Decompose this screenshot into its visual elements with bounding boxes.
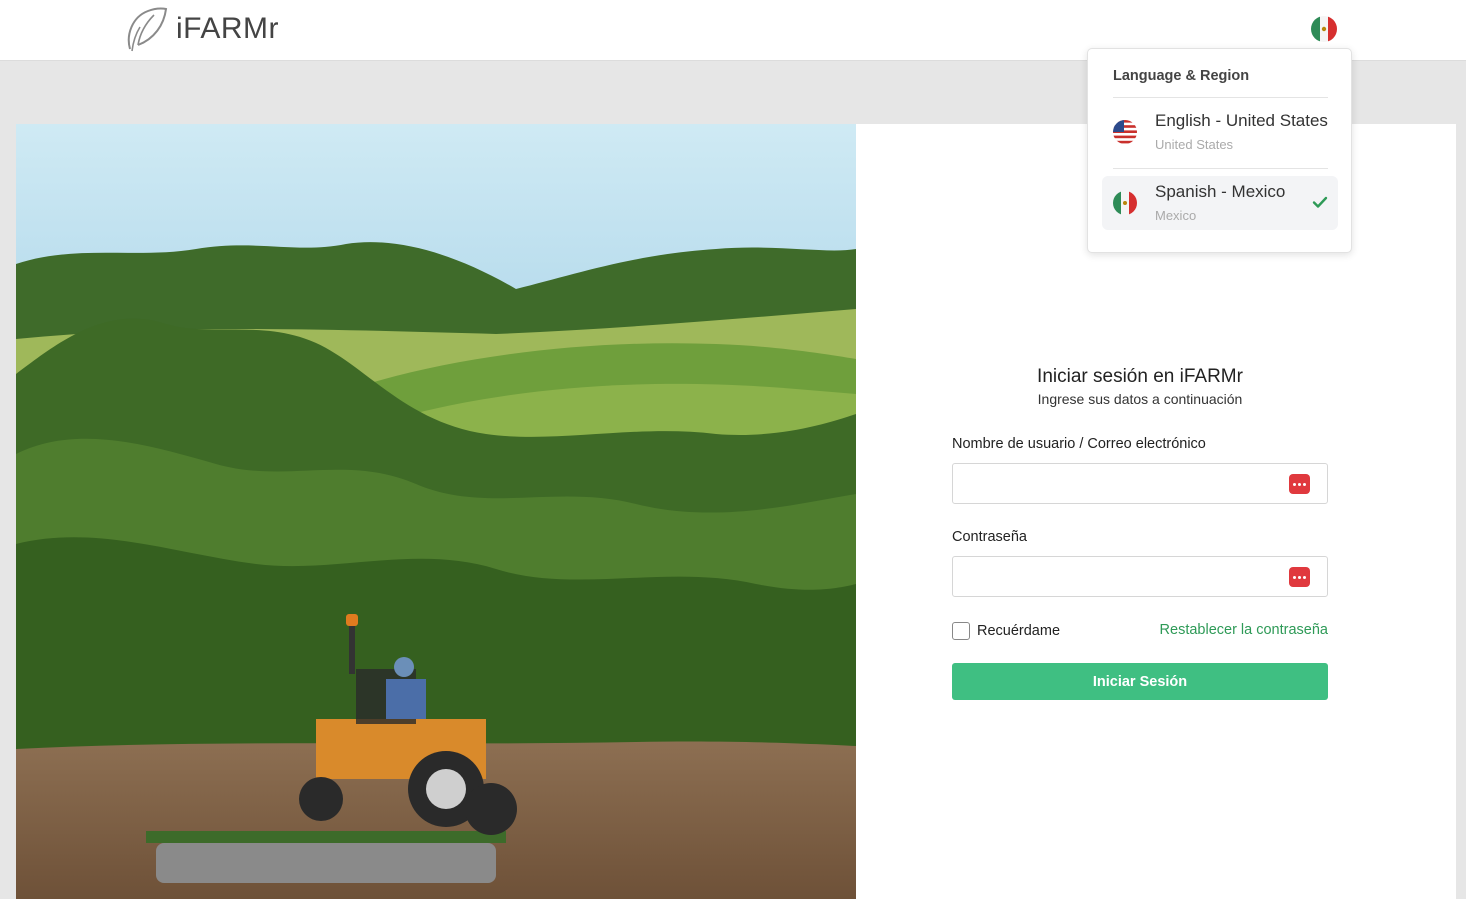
username-input[interactable] [953,464,1327,503]
check-icon [1312,196,1328,208]
password-manager-icon[interactable] [1289,567,1310,587]
language-region: Mexico [1155,208,1197,223]
remember-me-checkbox[interactable] [952,622,970,640]
remember-me-label: Recuérdame [977,623,1061,639]
leaf-logo-icon [127,7,168,52]
password-manager-icon[interactable] [1289,474,1310,494]
language-option-en-us[interactable]: English - United States United States [1102,105,1338,159]
password-label: Contraseña [952,529,1027,545]
username-label: Nombre de usuario / Correo electrónico [952,436,1206,452]
password-field-wrapper [952,556,1328,597]
language-region-menu: Language & Region English - United State… [1087,48,1352,253]
reset-password-link[interactable]: Restablecer la contraseña [1160,622,1328,638]
language-selector-button[interactable] [1311,16,1337,42]
login-form: Iniciar sesión en iFARMr Ingrese sus dat… [952,366,1328,700]
sign-in-button[interactable]: Iniciar Sesión [952,663,1328,700]
password-input[interactable] [953,557,1327,596]
menu-title: Language & Region [1113,68,1250,84]
logo[interactable]: iFARMr [124,5,279,53]
us-flag-icon [1113,120,1137,144]
login-title: Iniciar sesión en iFARMr [1037,366,1243,387]
farm-tractor-photo [16,124,856,899]
app-name: iFARMr [176,12,279,45]
mexico-flag-icon [1113,191,1137,215]
language-name: English - United States [1155,111,1328,130]
language-name: Spanish - Mexico [1155,182,1286,201]
remember-me[interactable]: Recuérdame [952,622,1060,640]
divider [1113,97,1328,98]
mexico-flag-icon [1311,16,1337,42]
login-subtitle: Ingrese sus datos a continuación [1037,391,1243,407]
language-option-es-mx[interactable]: Spanish - Mexico Mexico [1102,176,1338,230]
username-field-wrapper [952,463,1328,504]
language-region: United States [1155,137,1234,152]
divider [1113,168,1328,169]
